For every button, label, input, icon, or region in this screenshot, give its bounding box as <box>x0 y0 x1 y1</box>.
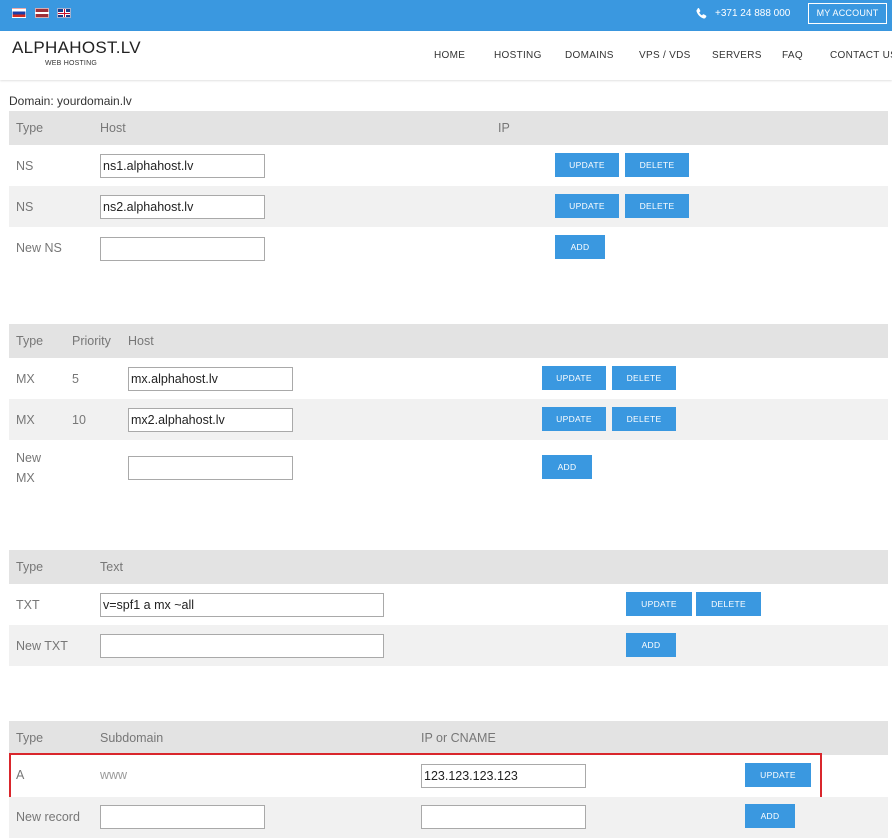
txt-add-button[interactable]: ADD <box>626 633 676 657</box>
new-txt-value-input[interactable] <box>100 634 384 658</box>
column-header-type: Type <box>16 560 44 574</box>
column-header-ip-or-cname: IP or CNAME <box>421 731 496 745</box>
column-header-type: Type <box>16 334 44 348</box>
domain-label: Domain: yourdomain.lv <box>9 94 132 108</box>
new-ns-label: New NS <box>16 241 62 255</box>
mx-add-button[interactable]: ADD <box>542 455 592 479</box>
new-mx-host-input[interactable] <box>128 456 293 480</box>
mx2-delete-button[interactable]: DELETE <box>612 407 676 431</box>
ns2-host-input[interactable] <box>100 195 265 219</box>
record-type: MX <box>16 413 35 427</box>
column-header-host: Host <box>100 121 126 135</box>
record-priority: 5 <box>72 372 79 386</box>
top-bar: +371 24 888 000 MY ACCOUNT <box>0 0 892 31</box>
highlight-box <box>9 753 822 799</box>
nav-faq[interactable]: FAQ <box>782 50 803 61</box>
nav-contact-us[interactable]: CONTACT US <box>830 50 892 61</box>
new-record-label: New record <box>16 810 80 824</box>
latvian-flag-icon[interactable] <box>35 8 49 18</box>
record-type: NS <box>16 200 34 214</box>
column-header-host: Host <box>128 334 154 348</box>
ns1-update-button[interactable]: UPDATE <box>555 153 619 177</box>
mx2-host-input[interactable] <box>128 408 293 432</box>
txt-delete-button[interactable]: DELETE <box>696 592 761 616</box>
ns1-delete-button[interactable]: DELETE <box>625 153 689 177</box>
new-txt-label: New TXT <box>16 639 68 653</box>
record-type: NS <box>16 159 34 173</box>
column-header-type: Type <box>16 121 44 135</box>
logo-subtitle: WEB HOSTING <box>45 60 97 67</box>
mx1-update-button[interactable]: UPDATE <box>542 366 606 390</box>
nav-domains[interactable]: DOMAINS <box>565 50 614 61</box>
record-priority: 10 <box>72 413 86 427</box>
table-header <box>9 550 888 584</box>
mx2-update-button[interactable]: UPDATE <box>542 407 606 431</box>
english-flag-icon[interactable] <box>57 8 71 18</box>
record-type: TXT <box>16 598 40 612</box>
nav-hosting[interactable]: HOSTING <box>494 50 542 61</box>
column-header-priority: Priority <box>72 334 111 348</box>
ns-add-button[interactable]: ADD <box>555 235 605 259</box>
mx1-host-input[interactable] <box>128 367 293 391</box>
new-ns-host-input[interactable] <box>100 237 265 261</box>
txt-value-input[interactable] <box>100 593 384 617</box>
mx1-delete-button[interactable]: DELETE <box>612 366 676 390</box>
nav-vps-vds[interactable]: VPS / VDS <box>639 50 691 61</box>
new-subdomain-input[interactable] <box>100 805 265 829</box>
ns2-delete-button[interactable]: DELETE <box>625 194 689 218</box>
new-mx-label-line2: MX <box>16 471 35 485</box>
column-header-ip: IP <box>498 121 510 135</box>
ns2-update-button[interactable]: UPDATE <box>555 194 619 218</box>
ns1-host-input[interactable] <box>100 154 265 178</box>
record-type: MX <box>16 372 35 386</box>
phone-icon <box>696 8 707 19</box>
table-header <box>9 111 888 145</box>
column-header-text: Text <box>100 560 123 574</box>
new-ip-input[interactable] <box>421 805 586 829</box>
russian-flag-icon[interactable] <box>12 8 26 18</box>
phone-number: +371 24 888 000 <box>715 8 791 19</box>
site-header: ALPHAHOST.LV WEB HOSTING HOME HOSTING DO… <box>0 31 892 80</box>
column-header-type: Type <box>16 731 44 745</box>
column-header-subdomain: Subdomain <box>100 731 164 745</box>
nav-home[interactable]: HOME <box>434 50 465 61</box>
site-logo[interactable]: ALPHAHOST.LV <box>12 38 141 58</box>
new-mx-label: New <box>16 451 42 465</box>
my-account-button[interactable]: MY ACCOUNT <box>808 3 887 24</box>
a-record-add-button[interactable]: ADD <box>745 804 795 828</box>
nav-servers[interactable]: SERVERS <box>712 50 762 61</box>
txt-update-button[interactable]: UPDATE <box>626 592 692 616</box>
